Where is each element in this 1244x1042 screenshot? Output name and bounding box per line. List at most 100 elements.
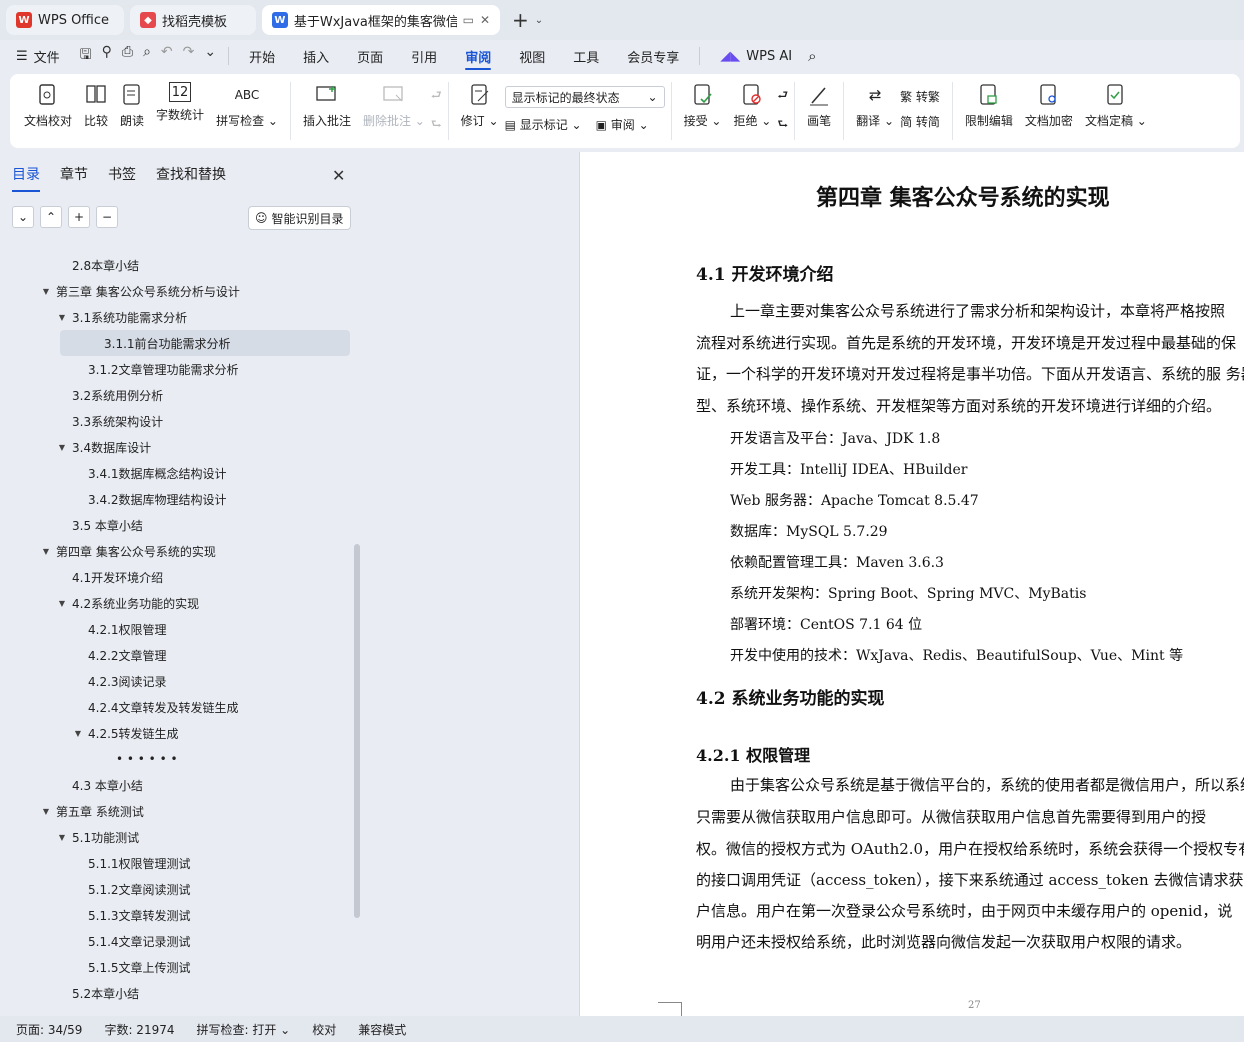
more-icon[interactable]: ⌄ xyxy=(204,44,216,68)
markup-select[interactable]: 显示标记的最终状态 ⌄ xyxy=(504,86,665,108)
compare-button[interactable]: 比较 xyxy=(78,82,114,129)
toc-item[interactable]: 4.2.2文章管理 xyxy=(0,642,356,668)
toc-item[interactable]: 3.5 本章小结 xyxy=(0,512,356,538)
next-comment-icon[interactable]: ⮑ xyxy=(431,115,442,136)
toc-item[interactable]: 3.1.2文章管理功能需求分析 xyxy=(0,356,356,382)
menu-start[interactable]: 开始 xyxy=(235,40,289,72)
save-icon[interactable]: 🖫 xyxy=(80,44,92,68)
toc-item[interactable]: 4.2.4文章转发及转发链生成 xyxy=(0,694,356,720)
print-icon[interactable]: ⎙ xyxy=(122,44,133,68)
toc-item[interactable]: 3.2系统用例分析 xyxy=(0,382,356,408)
proof-indicator[interactable]: 校对 xyxy=(312,1021,336,1038)
toc-item[interactable]: ▼ 5.1功能测试 xyxy=(0,824,356,850)
show-markup-button[interactable]: ▤ 显示标记 ⌄ xyxy=(505,116,582,133)
tab-chapter[interactable]: 章节 xyxy=(60,164,88,192)
close-pane-icon[interactable]: ✕ xyxy=(332,166,345,185)
toc-item[interactable]: 5.1.1权限管理测试 xyxy=(0,850,356,876)
menu-tools[interactable]: 工具 xyxy=(559,40,613,72)
caret-down-icon[interactable]: ▼ xyxy=(56,833,68,842)
tab-find-replace[interactable]: 查找和替换 xyxy=(156,164,226,192)
spell-check-indicator[interactable]: 拼写检查: 打开 ⌄ xyxy=(197,1021,291,1038)
add-heading-button[interactable]: + xyxy=(68,206,90,228)
collapse-up-button[interactable]: ⌃ xyxy=(40,206,62,228)
caret-down-icon[interactable]: ▼ xyxy=(56,599,68,608)
next-change-icon[interactable]: ⮑ xyxy=(777,115,788,136)
search-icon[interactable]: ⌕ xyxy=(808,47,816,65)
toc-item[interactable]: 5.1.3文章转发测试 xyxy=(0,902,356,928)
toc-item[interactable]: 3.3系统架构设计 xyxy=(0,408,356,434)
toc-item[interactable]: 5.1.4文章记录测试 xyxy=(0,928,356,954)
toc-item[interactable]: ▼ 3.1系统功能需求分析 xyxy=(0,304,356,330)
toc-item[interactable]: 5.2本章小结 xyxy=(0,980,356,1006)
accept-button[interactable]: 接受 ⌄ xyxy=(678,82,728,129)
toc-item[interactable]: 3.1.1前台功能需求分析 xyxy=(60,330,350,356)
caret-down-icon[interactable]: ▼ xyxy=(40,807,52,816)
caret-down-icon[interactable]: ▼ xyxy=(40,287,52,296)
menu-page[interactable]: 页面 xyxy=(343,40,397,72)
tab-bookmark[interactable]: 书签 xyxy=(108,164,136,192)
revise-button[interactable]: 修订 ⌄ xyxy=(455,82,505,129)
toc-item[interactable]: ▼ 3.4数据库设计 xyxy=(0,434,356,460)
toc-item[interactable]: 4.2.1权限管理 xyxy=(0,616,356,642)
screen-icon[interactable]: ▭ xyxy=(463,13,474,27)
document-page[interactable]: 第四章 集客公众号系统的实现 4.1 开发环境介绍 上一章主要对集客公众号系统进… xyxy=(579,152,1244,1016)
tab-toc[interactable]: 目录 xyxy=(12,164,40,192)
word-count-button[interactable]: 12 字数统计 xyxy=(150,82,210,123)
review-pane-button[interactable]: ▣ 审阅 ⌄ xyxy=(596,116,649,133)
reject-button[interactable]: 拒绝 ⌄ xyxy=(727,82,777,129)
toc-item[interactable]: ▼ 第四章 集客公众号系统的实现 xyxy=(0,538,356,564)
toc-item[interactable]: 4.2.3阅读记录 xyxy=(0,668,356,694)
page-indicator[interactable]: 页面: 34/59 xyxy=(16,1021,82,1038)
expand-down-button[interactable]: ⌄ xyxy=(12,206,34,228)
tab-docer[interactable]: ◆ 找稻壳模板 xyxy=(130,5,256,35)
caret-down-icon[interactable]: ▼ xyxy=(56,443,68,452)
prev-change-icon[interactable]: ⮐ xyxy=(777,86,788,107)
toc-item[interactable]: • • • • • • xyxy=(0,746,356,772)
toc-item[interactable]: ▼ 4.2系统业务功能的实现 xyxy=(0,590,356,616)
menu-view[interactable]: 视图 xyxy=(505,40,559,72)
toc-item[interactable]: 2.8本章小结 xyxy=(0,252,356,278)
toc-item[interactable]: 3.4.1数据库概念结构设计 xyxy=(0,460,356,486)
print-preview-icon[interactable]: ⌕ xyxy=(143,44,151,68)
chevron-down-icon[interactable]: ⌄ xyxy=(535,15,543,26)
restrict-edit-button[interactable]: 限制编辑 xyxy=(959,82,1019,129)
caret-down-icon[interactable]: ▼ xyxy=(40,547,52,556)
spell-check-button[interactable]: ABC 拼写检查 ⌄ xyxy=(210,82,284,129)
encrypt-button[interactable]: 文档加密 xyxy=(1019,82,1079,129)
file-menu[interactable]: ☰ 文件 xyxy=(0,40,74,72)
wps-ai-button[interactable]: ◢◣ WPS AI xyxy=(706,40,806,72)
redo-icon[interactable]: ↷ xyxy=(183,44,195,68)
toc-item[interactable]: 4.1开发环境介绍 xyxy=(0,564,356,590)
close-tab-icon[interactable]: ✕ xyxy=(480,13,490,27)
remove-heading-button[interactable]: − xyxy=(96,206,118,228)
tab-wps-office[interactable]: W WPS Office xyxy=(6,5,124,35)
caret-down-icon[interactable]: ▼ xyxy=(56,313,68,322)
menu-reference[interactable]: 引用 xyxy=(397,40,451,72)
word-count-indicator[interactable]: 字数: 21974 xyxy=(104,1021,174,1038)
toc-item[interactable]: ▼ 第五章 系统测试 xyxy=(0,798,356,824)
delete-comment-button[interactable]: 删除批注 ⌄ xyxy=(357,82,431,129)
toc-item[interactable]: ▼ 第三章 集客公众号系统分析与设计 xyxy=(0,278,356,304)
doc-check-button[interactable]: 文档校对 xyxy=(18,82,78,129)
prev-comment-icon[interactable]: ⮐ xyxy=(431,86,442,107)
to-simplified-button[interactable]: 简 转简 xyxy=(900,113,940,130)
menu-insert[interactable]: 插入 xyxy=(289,40,343,72)
insert-comment-button[interactable]: 插入批注 xyxy=(297,82,357,129)
to-traditional-button[interactable]: 繁 转繁 xyxy=(900,88,940,105)
toc-item[interactable]: 4.3 本章小结 xyxy=(0,772,356,798)
smart-toc-button[interactable]: ☺ 智能识别目录 xyxy=(248,206,351,230)
toc-item[interactable]: ▼ 4.2.5转发链生成 xyxy=(0,720,356,746)
new-tab-icon[interactable]: + xyxy=(512,8,529,32)
toc-item[interactable]: 5.1.5文章上传测试 xyxy=(0,954,356,980)
translate-button[interactable]: ⇄ 翻译 ⌄ xyxy=(850,82,900,129)
link-icon[interactable]: ⚲ xyxy=(102,44,112,68)
toc-scrollbar[interactable] xyxy=(354,544,360,918)
read-aloud-button[interactable]: 朗读 xyxy=(114,82,150,129)
tab-document[interactable]: W 基于WxJava框架的集客微信公 ▭ ✕ xyxy=(262,5,500,35)
toc-item[interactable]: 5.1.2文章阅读测试 xyxy=(0,876,356,902)
pen-button[interactable]: 画笔 xyxy=(801,82,837,129)
finalize-button[interactable]: 文档定稿 ⌄ xyxy=(1079,82,1153,129)
undo-icon[interactable]: ↶ xyxy=(161,44,173,68)
toc-item[interactable]: 3.4.2数据库物理结构设计 xyxy=(0,486,356,512)
menu-review[interactable]: 审阅 xyxy=(451,40,505,72)
